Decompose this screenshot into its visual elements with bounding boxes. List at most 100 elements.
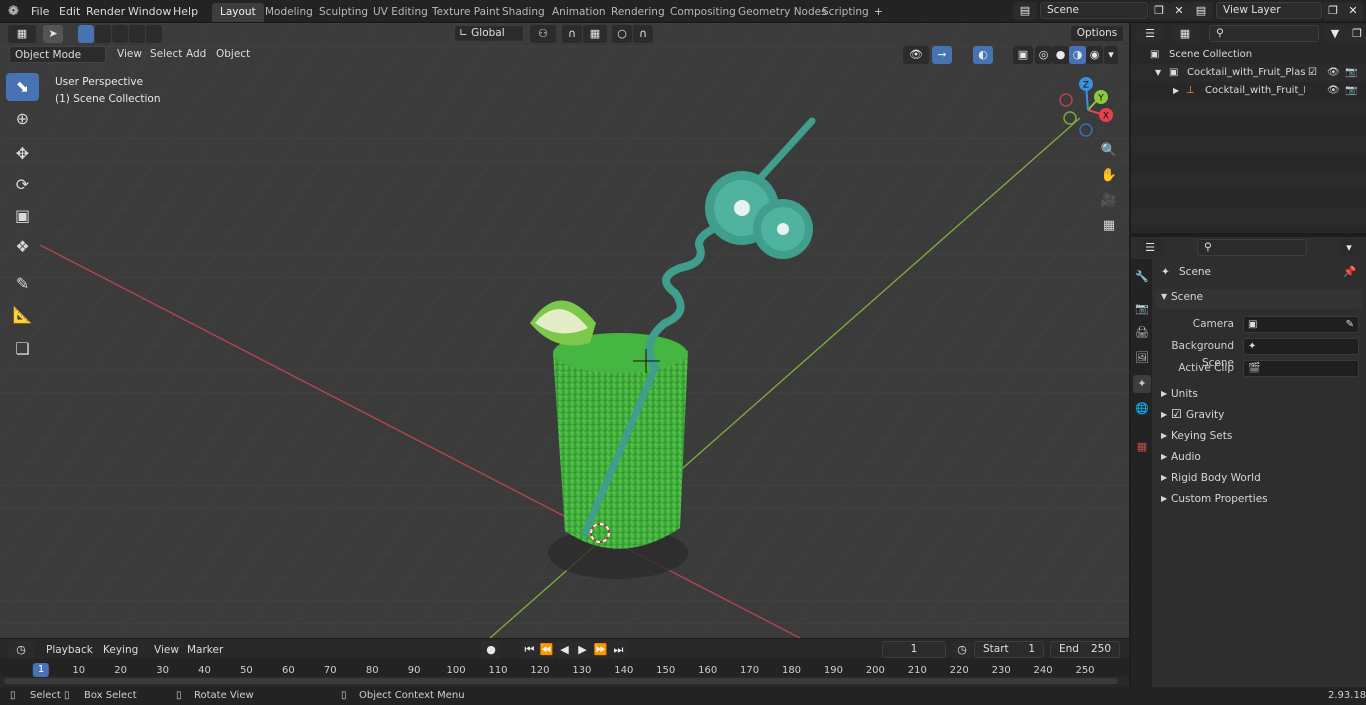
audio-panel-header[interactable]: ▶ Audio [1155, 448, 1362, 468]
units-panel-header[interactable]: ▶ Units [1155, 385, 1362, 405]
select-mode-new-icon[interactable] [78, 25, 94, 43]
shading-options-icon[interactable]: ▾ [1104, 46, 1118, 64]
render-properties-tab-icon[interactable]: 📷 [1133, 300, 1151, 318]
exclude-checkbox-icon[interactable]: ☑ [1308, 64, 1317, 82]
snap-toggle-icon[interactable]: ∩ [562, 25, 582, 43]
jump-next-key-icon[interactable]: ⏩ [592, 641, 609, 659]
select-mode-invert-icon[interactable] [129, 25, 145, 43]
outliner-display-mode-icon[interactable]: ▦ [1171, 25, 1199, 43]
outliner-row-scene-collection[interactable]: ▣ Scene Collection [1131, 46, 1366, 64]
select-mode-extend-icon[interactable] [95, 25, 111, 43]
active-clip-field[interactable]: 🎬 [1243, 360, 1359, 377]
object-mode-dropdown[interactable]: Object Mode [9, 46, 106, 63]
tool-cursor-icon[interactable]: ⊕ [6, 105, 39, 133]
tool-move-icon[interactable]: ✥ [6, 140, 39, 168]
viewport-menu-add[interactable]: Add [181, 46, 211, 63]
tool-add-cube-icon[interactable]: ❏ [6, 335, 39, 363]
pan-hand-icon[interactable]: ✋ [1097, 165, 1121, 187]
world-properties-tab-icon[interactable]: 🌐 [1133, 400, 1151, 418]
expand-down-icon[interactable]: ▼ [1155, 64, 1161, 82]
timeline-scrollbar[interactable] [4, 678, 1118, 684]
output-properties-tab-icon[interactable]: 🖨 [1133, 324, 1151, 342]
proportional-edit-icon[interactable]: ○ [612, 25, 632, 43]
shading-solid-icon[interactable]: ● [1052, 46, 1069, 64]
camera-icon[interactable]: 📷 [1345, 64, 1357, 82]
3d-viewport[interactable]: X Y Z [0, 23, 1129, 638]
select-mode-intersect-icon[interactable] [146, 25, 162, 43]
editor-type-icon[interactable]: ▦ [8, 25, 36, 43]
properties-options-icon[interactable]: ▾ [1339, 239, 1359, 257]
menu-render[interactable]: Render [86, 4, 125, 20]
pivot-point-icon[interactable]: ⚇ [530, 25, 556, 43]
delete-view-layer-icon[interactable]: ✕ [1343, 2, 1363, 20]
snap-target-icon[interactable]: ▦ [583, 25, 607, 43]
background-scene-field[interactable]: ✦ [1243, 338, 1359, 355]
scene-panel-header[interactable]: ▼ Scene [1155, 289, 1362, 309]
gizmo-toggle-icon[interactable]: ➞ [932, 46, 952, 64]
shading-wireframe-icon[interactable]: ◎ [1035, 46, 1052, 64]
tool-scale-icon[interactable]: ▣ [6, 202, 39, 230]
play-reverse-icon[interactable]: ◀ [556, 641, 573, 659]
tab-layout[interactable]: Layout [212, 3, 264, 22]
texture-properties-tab-icon[interactable]: ▦ [1133, 438, 1151, 456]
current-frame-field[interactable]: 1 [882, 641, 946, 658]
record-keyframe-icon[interactable]: ● [481, 641, 501, 659]
outliner-row-object[interactable]: ▶ ⊥ Cocktail_with_Fruit_Plast 👁 📷 [1131, 82, 1366, 100]
camera-icon[interactable]: 📷 [1345, 82, 1357, 100]
xray-toggle-icon[interactable]: ▣ [1013, 46, 1033, 64]
tool-transform-icon[interactable]: ❖ [6, 233, 39, 261]
delete-scene-icon[interactable]: ✕ [1169, 2, 1189, 20]
outliner-row-collection[interactable]: ▼ ▣ Cocktail_with_Fruit_Plastic_St ☑ 👁 📷 [1131, 64, 1366, 82]
jump-end-icon[interactable]: ⏭ [610, 641, 627, 659]
outliner-search-input[interactable]: ⚲ [1209, 25, 1319, 42]
gravity-checkbox-icon[interactable]: ☑ [1171, 407, 1182, 421]
overlay-toggle-icon[interactable]: ◐ [973, 46, 993, 64]
jump-start-icon[interactable]: ⏮ [521, 641, 538, 659]
select-mode-subtract-icon[interactable] [112, 25, 128, 43]
tool-rotate-icon[interactable]: ⟳ [6, 171, 39, 199]
timeline-editor-type-icon[interactable]: ◷ [8, 641, 34, 659]
jump-prev-key-icon[interactable]: ⏪ [538, 641, 555, 659]
preview-range-icon[interactable]: ◷ [952, 641, 972, 659]
tool-properties-tab-icon[interactable]: 🔧 [1133, 268, 1151, 286]
shading-material-icon[interactable]: ◑ [1069, 46, 1086, 64]
tool-select-box-icon[interactable]: ⬊ [6, 73, 39, 101]
scene-selector-icon[interactable]: ▤ [1013, 2, 1037, 20]
start-frame-field[interactable]: Start 1 [974, 641, 1044, 658]
new-collection-icon[interactable]: ❐ [1347, 25, 1366, 43]
zoom-icon[interactable]: 🔍 [1097, 140, 1121, 162]
select-tool-icon[interactable]: ➤ [43, 25, 63, 43]
scene-properties-tab-icon[interactable]: ✦ [1133, 375, 1151, 393]
menu-file[interactable]: File [31, 4, 49, 20]
timeline-menu-playback[interactable]: Playback [42, 642, 97, 658]
timeline-menu-keying[interactable]: Keying [99, 642, 142, 658]
keying-sets-panel-header[interactable]: ▶ Keying Sets [1155, 427, 1362, 447]
options-dropdown[interactable]: Options [1070, 25, 1124, 42]
view-layer-selector-icon[interactable]: ▤ [1189, 2, 1213, 20]
play-icon[interactable]: ▶ [574, 641, 591, 659]
viewport-menu-object[interactable]: Object [211, 46, 255, 63]
eye-icon[interactable]: 👁 [1327, 64, 1340, 82]
timeline-menu-marker[interactable]: Marker [183, 642, 227, 658]
view-layer-field[interactable]: View Layer [1216, 2, 1322, 19]
menu-help[interactable]: Help [173, 4, 198, 20]
timeline-menu-view[interactable]: View [150, 642, 183, 658]
shading-rendered-icon[interactable]: ◉ [1086, 46, 1103, 64]
rigid-body-panel-header[interactable]: ▶ Rigid Body World [1155, 469, 1362, 489]
outliner-filter-icon[interactable]: ▼ [1323, 25, 1347, 43]
gravity-panel-header[interactable]: ▶ ☑ Gravity [1155, 406, 1362, 426]
properties-search-input[interactable]: ⚲ [1197, 239, 1307, 256]
new-scene-icon[interactable]: ❐ [1149, 2, 1169, 20]
scene-name-field[interactable]: Scene [1040, 2, 1148, 19]
properties-editor-type-icon[interactable]: ☰ [1136, 239, 1164, 257]
proportional-falloff-icon[interactable]: ∩ [633, 25, 653, 43]
eye-icon[interactable]: 👁 [1327, 82, 1340, 100]
end-frame-field[interactable]: End 250 [1050, 641, 1120, 658]
expand-right-icon[interactable]: ▶ [1173, 82, 1179, 100]
custom-properties-panel-header[interactable]: ▶ Custom Properties [1155, 490, 1362, 510]
blender-logo-icon[interactable]: ❁ [8, 4, 24, 20]
outliner-editor-type-icon[interactable]: ☰ [1136, 25, 1164, 43]
eyedropper-icon[interactable]: ✎ [1346, 317, 1354, 332]
menu-window[interactable]: Window [128, 4, 171, 20]
menu-edit[interactable]: Edit [59, 4, 80, 20]
